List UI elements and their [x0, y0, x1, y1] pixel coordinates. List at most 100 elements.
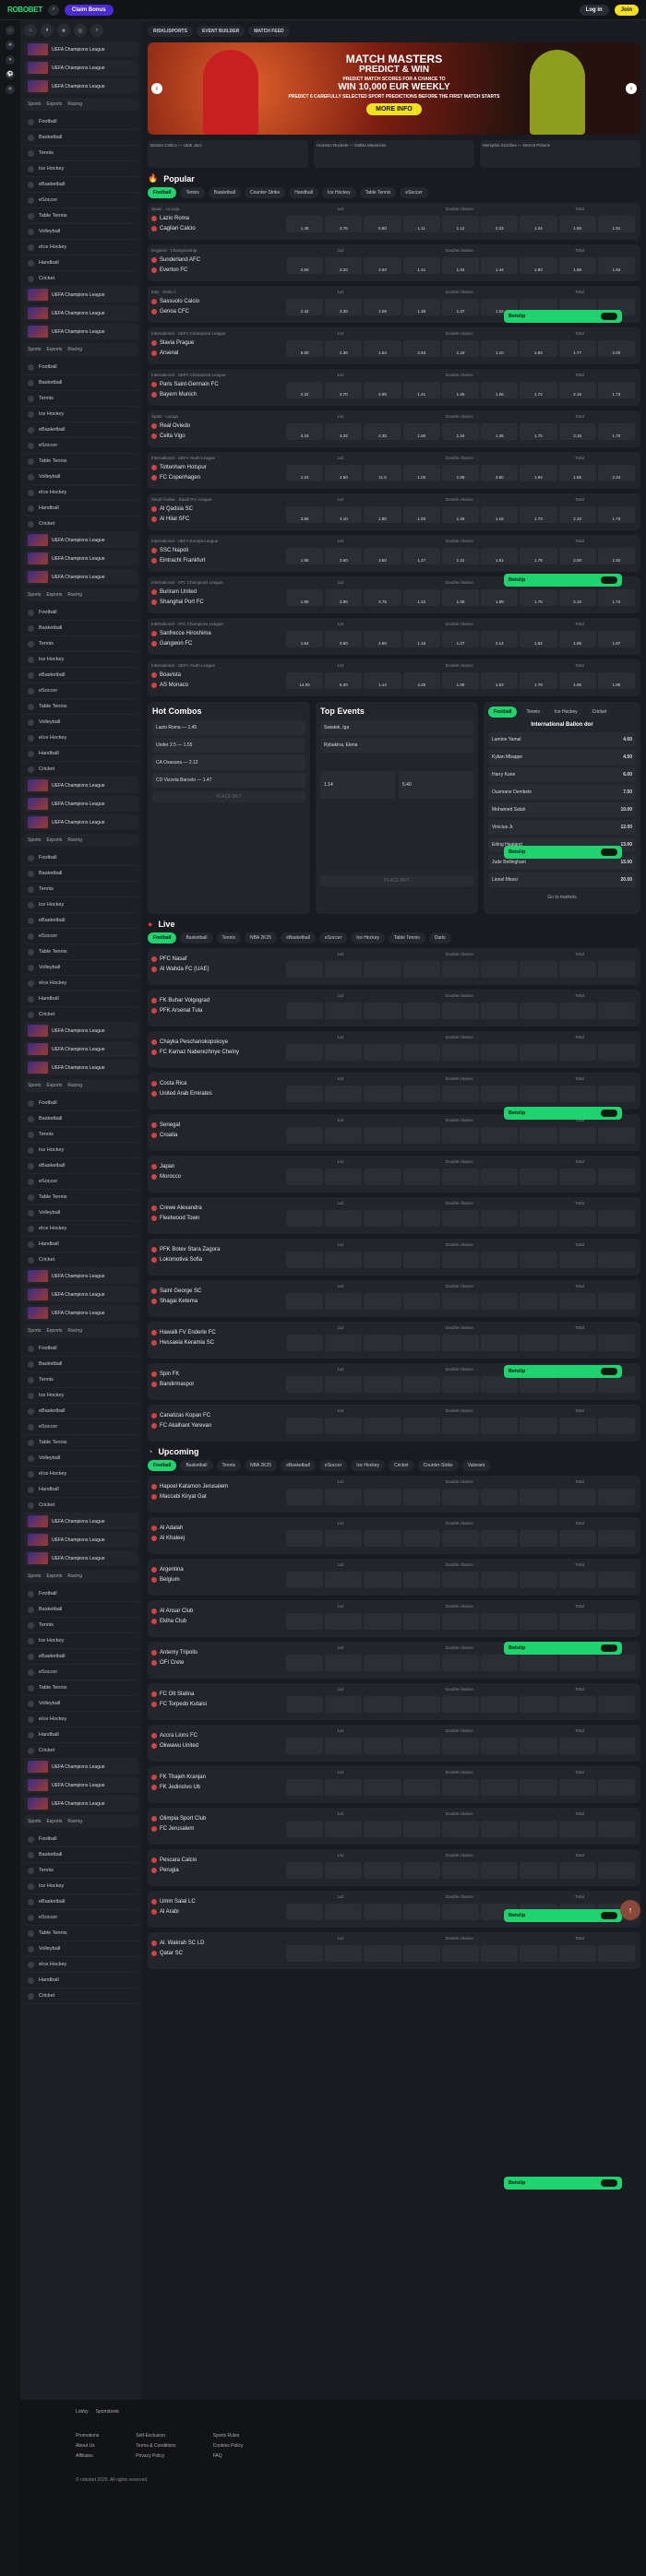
odds-button[interactable] — [402, 1252, 440, 1268]
odds-button[interactable]: 1.12 — [441, 216, 480, 232]
odds-button[interactable]: 4.25 — [402, 672, 440, 689]
odds-button[interactable] — [402, 1613, 440, 1630]
odds-button[interactable] — [481, 1418, 519, 1434]
odds-button[interactable]: 1.93 — [520, 340, 557, 357]
odds-button[interactable]: 2.60 — [286, 257, 324, 274]
sidebar-sport-item[interactable]: eSoccer — [24, 683, 138, 699]
betslip-button[interactable]: Betslip — [504, 1365, 622, 1378]
odds-button[interactable]: 2.10 — [558, 589, 596, 606]
claim-bonus-button[interactable]: Claim Bonus — [64, 4, 114, 16]
odds-button[interactable] — [481, 1738, 519, 1754]
odds-button[interactable]: 3.60 — [364, 548, 401, 564]
footer-link[interactable]: Affiliates — [76, 2453, 99, 2459]
league-banner[interactable]: UEFA Champions League — [24, 305, 138, 321]
sidebar-sport-item[interactable]: eIce Hockey — [24, 1712, 138, 1727]
sidebar-sport-item[interactable]: Ice Hockey — [24, 161, 138, 177]
footer-link[interactable]: Terms & Conditions — [136, 2443, 175, 2449]
odds-button[interactable]: 1.93 — [402, 506, 440, 523]
odds-button[interactable]: 1.72 — [520, 382, 557, 398]
sidebar-sport-item[interactable]: Cricket — [24, 1498, 138, 1514]
go-to-markets-link[interactable]: Go to markets — [488, 890, 636, 905]
sidebar-sport-item[interactable]: Tennis — [24, 1618, 138, 1633]
odds-button[interactable]: 1.64 — [286, 631, 324, 647]
odds-button[interactable] — [286, 1655, 324, 1671]
odds-button[interactable] — [558, 1572, 596, 1588]
odds-button[interactable]: 1.82 — [520, 631, 557, 647]
sidebar-sport-item[interactable]: Basketball — [24, 1847, 138, 1863]
sidebar-sport-item[interactable]: Tennis — [24, 1372, 138, 1388]
odds-button[interactable] — [364, 1489, 401, 1505]
player-odds[interactable]: 20.00 — [620, 877, 632, 883]
odds-button[interactable] — [441, 1293, 480, 1310]
odds-button[interactable] — [520, 1862, 557, 1879]
odds-button[interactable] — [325, 1127, 363, 1144]
sidebar-sport-item[interactable]: Volleyball — [24, 1696, 138, 1712]
odds-button[interactable] — [325, 1779, 363, 1796]
combo-row[interactable]: Under 2.5 — 1.55 — [152, 738, 305, 753]
sidebar-sport-item[interactable]: eSoccer — [24, 929, 138, 944]
odds-button[interactable] — [558, 1738, 596, 1754]
match-card[interactable]: International · UEFA Europa League SSC Na… — [148, 535, 640, 572]
sidebar-sport-item[interactable]: Tennis — [24, 636, 138, 652]
odds-button[interactable] — [402, 1696, 440, 1713]
odds-button[interactable]: 1.34 — [441, 257, 480, 274]
sport-chip[interactable]: eBasketball — [281, 1460, 316, 1471]
sidebar-sport-item[interactable]: eBasketball — [24, 1894, 138, 1910]
tab-event-builder[interactable]: EVENT BUILDER — [196, 26, 245, 37]
odds-button[interactable] — [286, 1335, 324, 1351]
sidebar-tab[interactable]: Racing — [67, 1819, 82, 1824]
site-logo[interactable]: ROBOBET — [7, 6, 42, 14]
odds-button[interactable] — [481, 1169, 519, 1185]
odds-button[interactable] — [520, 1821, 557, 1837]
match-card[interactable]: International · UEFA Youth League Boavist… — [148, 659, 640, 696]
sport-chip[interactable]: Cricket — [586, 706, 613, 718]
sidebar-tab[interactable]: Racing — [67, 1573, 82, 1579]
odds-button[interactable] — [441, 1530, 480, 1547]
betslip-button[interactable]: Betslip — [504, 2177, 622, 2190]
odds-button[interactable] — [441, 1169, 480, 1185]
sidebar-sport-item[interactable]: eIce Hockey — [24, 1221, 138, 1237]
player-odds[interactable]: 12.00 — [620, 825, 632, 830]
odds-button[interactable] — [325, 1418, 363, 1434]
odds-button[interactable]: 1.15 — [402, 631, 440, 647]
odds-button[interactable]: 1.50 — [558, 216, 596, 232]
odds-button[interactable]: 1.25 — [441, 382, 480, 398]
odds-button[interactable]: 1.95 — [558, 672, 596, 689]
sidebar-tab[interactable]: Esports — [46, 837, 62, 843]
odds-button[interactable] — [597, 1572, 635, 1588]
odds-button[interactable] — [520, 1945, 557, 1962]
odds-button[interactable] — [325, 1530, 363, 1547]
sidebar-sport-item[interactable]: Table Tennis — [24, 699, 138, 715]
odds-button[interactable]: 1.73 — [520, 506, 557, 523]
sidebar-sport-item[interactable]: Basketball — [24, 1602, 138, 1618]
sport-chip[interactable]: Counter-Strike — [244, 187, 286, 198]
odds-button[interactable] — [520, 1738, 557, 1754]
odds-button[interactable]: 1.09 — [441, 465, 480, 481]
player-odds[interactable]: 15.00 — [620, 860, 632, 865]
league-banner[interactable]: UEFA Champions League — [24, 60, 138, 76]
sidebar-sport-item[interactable]: Ice Hockey — [24, 1388, 138, 1404]
odds-button[interactable] — [402, 1127, 440, 1144]
sidebar-tab[interactable]: Sports — [28, 1083, 41, 1088]
match-card[interactable]: PFC Nasaf Al Wahda FC (UAE) 1x2 Double chan… — [148, 948, 640, 985]
odds-button[interactable] — [520, 1376, 557, 1393]
sidebar-sport-item[interactable]: Cricket — [24, 1252, 138, 1268]
odds-button[interactable] — [402, 1210, 440, 1227]
odds-button[interactable] — [364, 1127, 401, 1144]
odds-button[interactable] — [558, 1779, 596, 1796]
league-banner[interactable]: UEFA Champions League — [24, 1041, 138, 1057]
league-banner[interactable]: UEFA Champions League — [24, 814, 138, 830]
odds-button[interactable]: 1.30 — [441, 589, 480, 606]
odds-button[interactable] — [441, 1779, 480, 1796]
odds-button[interactable] — [325, 1169, 363, 1185]
outright-row[interactable]: Ousmane Dembele 7.50 — [488, 785, 636, 800]
sidebar-tab[interactable]: Sports — [28, 592, 41, 598]
sport-chip[interactable]: Tennis — [216, 1460, 241, 1471]
odds-button[interactable]: 3.25 — [325, 423, 363, 440]
sidebar-sport-item[interactable]: Football — [24, 605, 138, 621]
sidebar-tab[interactable]: Esports — [46, 1819, 62, 1824]
match-card[interactable]: International · UEFA Champions League Par… — [148, 369, 640, 406]
odds-button[interactable] — [558, 1044, 596, 1061]
footer-link[interactable]: Privacy Policy — [136, 2453, 175, 2459]
odds-button[interactable]: 3.60 — [325, 631, 363, 647]
